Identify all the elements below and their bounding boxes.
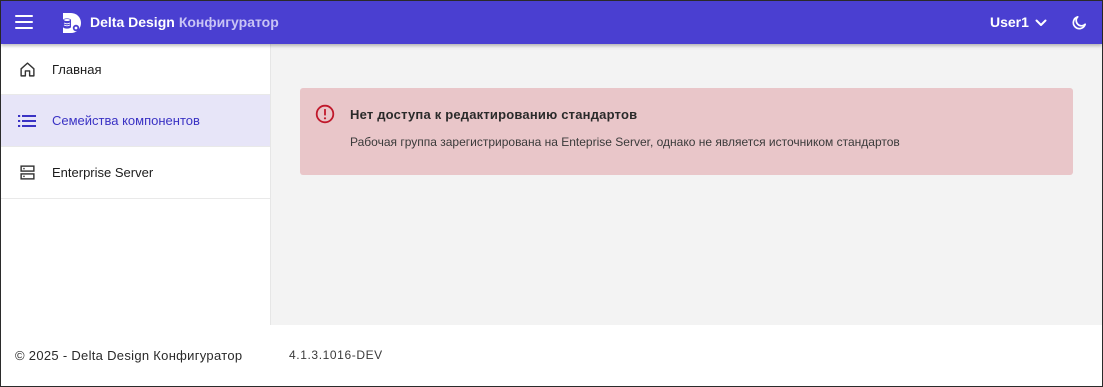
brand-subtitle: Конфигуратор xyxy=(178,14,279,30)
list-icon xyxy=(18,112,36,130)
sidebar-item-label: Главная xyxy=(52,61,102,77)
main-content: Нет доступа к редактированию стандартов … xyxy=(271,44,1102,325)
footer: © 2025 - Delta Design Конфигуратор 4.1.3… xyxy=(1,325,1102,386)
access-error-alert: Нет доступа к редактированию стандартов … xyxy=(300,88,1073,175)
alert-title: Нет доступа к редактированию стандартов xyxy=(350,107,638,122)
sidebar-item-label: Enterprise Server xyxy=(52,165,154,180)
server-icon xyxy=(18,164,36,182)
version-text: 4.1.3.1016-DEV xyxy=(289,348,383,362)
top-bar: Delta Design Конфигуратор User1 xyxy=(1,1,1102,44)
user-name: User1 xyxy=(990,14,1029,30)
sidebar-item-home[interactable]: Главная xyxy=(1,44,270,95)
copyright-text: © 2025 - Delta Design Конфигуратор xyxy=(15,348,243,363)
sidebar-item-enterprise-server[interactable]: Enterprise Server xyxy=(1,147,270,199)
chevron-down-icon xyxy=(1035,19,1047,26)
sidebar-item-component-families[interactable]: Семейства компонентов xyxy=(1,95,270,147)
sidebar: Главная Семейства компонентов Enterprise… xyxy=(1,44,271,325)
error-circle-icon xyxy=(315,104,335,124)
sidebar-item-label: Семейства компонентов xyxy=(52,113,200,128)
brand-name: Delta Design xyxy=(90,14,175,30)
delta-design-logo-icon xyxy=(63,13,81,33)
alert-message: Рабочая группа зарегистрирована на Entep… xyxy=(350,135,900,149)
home-icon xyxy=(18,60,36,78)
moon-icon[interactable] xyxy=(1071,14,1088,31)
user-menu-button[interactable]: User1 xyxy=(990,14,1047,31)
menu-icon[interactable] xyxy=(15,15,33,29)
app-brand: Delta Design Конфигуратор xyxy=(90,14,279,31)
